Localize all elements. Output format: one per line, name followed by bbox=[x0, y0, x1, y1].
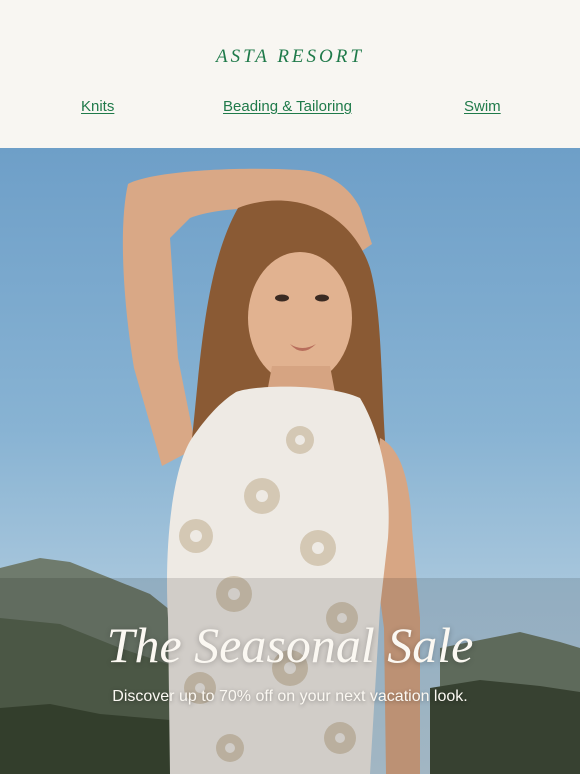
nav-link-swim[interactable]: Swim bbox=[464, 98, 501, 115]
hero-photo bbox=[0, 168, 580, 774]
nav-link-beading-tailoring[interactable]: Beading & Tailoring bbox=[223, 98, 352, 115]
email-header: ASTA RESORT Knits Beading & Tailoring Sw… bbox=[0, 0, 580, 148]
nav-link-knits[interactable]: Knits bbox=[81, 98, 114, 115]
brand-logo-link[interactable]: ASTA RESORT bbox=[0, 46, 580, 68]
hero-headline: The Seasonal Sale bbox=[106, 617, 474, 673]
hero-subline: Discover up to 70% off on your next vaca… bbox=[112, 688, 468, 705]
face bbox=[248, 252, 352, 384]
hero-banner[interactable]: The Seasonal Sale Discover up to 70% off… bbox=[0, 148, 580, 774]
